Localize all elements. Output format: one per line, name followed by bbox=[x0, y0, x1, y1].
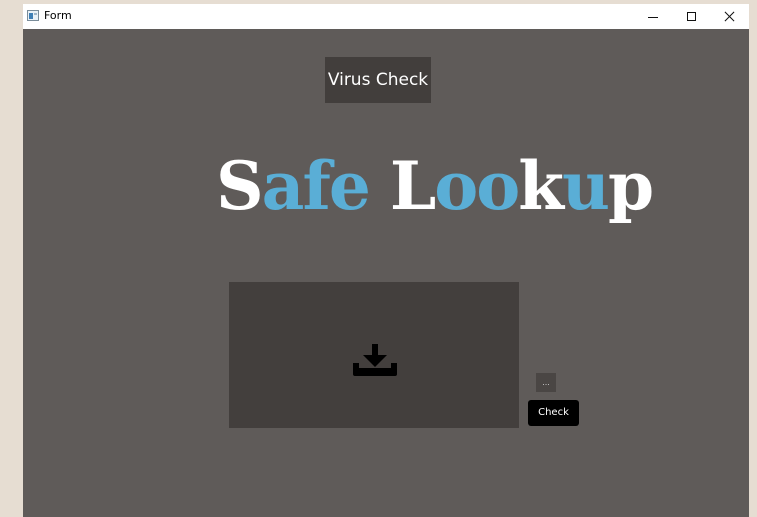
logo-letter: S bbox=[216, 147, 264, 225]
logo-letter bbox=[369, 141, 390, 231]
maximize-button[interactable] bbox=[673, 4, 709, 29]
title-bar[interactable]: Form bbox=[23, 4, 749, 29]
file-drop-zone[interactable] bbox=[229, 282, 519, 428]
download-icon bbox=[353, 344, 397, 376]
page-title: Virus Check bbox=[325, 57, 431, 103]
safe-lookup-logo: Safe Lookup bbox=[216, 141, 654, 231]
logo-letter: o bbox=[434, 147, 478, 225]
app-window: Form Virus Check Safe Lookup ... Check bbox=[23, 4, 749, 517]
close-icon bbox=[724, 11, 735, 22]
check-button[interactable]: Check bbox=[528, 400, 579, 426]
logo-letter: u bbox=[562, 147, 610, 225]
logo-letter: p bbox=[608, 147, 654, 225]
logo-letter: e bbox=[328, 147, 371, 225]
close-button[interactable] bbox=[711, 4, 747, 29]
browse-button[interactable]: ... bbox=[536, 373, 556, 392]
window-title: Form bbox=[44, 9, 72, 22]
form-app-icon bbox=[27, 10, 39, 21]
logo-letter: a bbox=[261, 147, 305, 225]
minimize-button[interactable] bbox=[635, 4, 671, 29]
minimize-icon bbox=[648, 16, 658, 18]
maximize-icon bbox=[686, 12, 696, 21]
logo-letter: o bbox=[476, 147, 520, 225]
logo-letter: k bbox=[518, 147, 564, 225]
logo-letter: f bbox=[302, 147, 330, 225]
logo-letter: L bbox=[389, 147, 436, 225]
form-client-area: Virus Check Safe Lookup ... Check bbox=[23, 29, 749, 517]
